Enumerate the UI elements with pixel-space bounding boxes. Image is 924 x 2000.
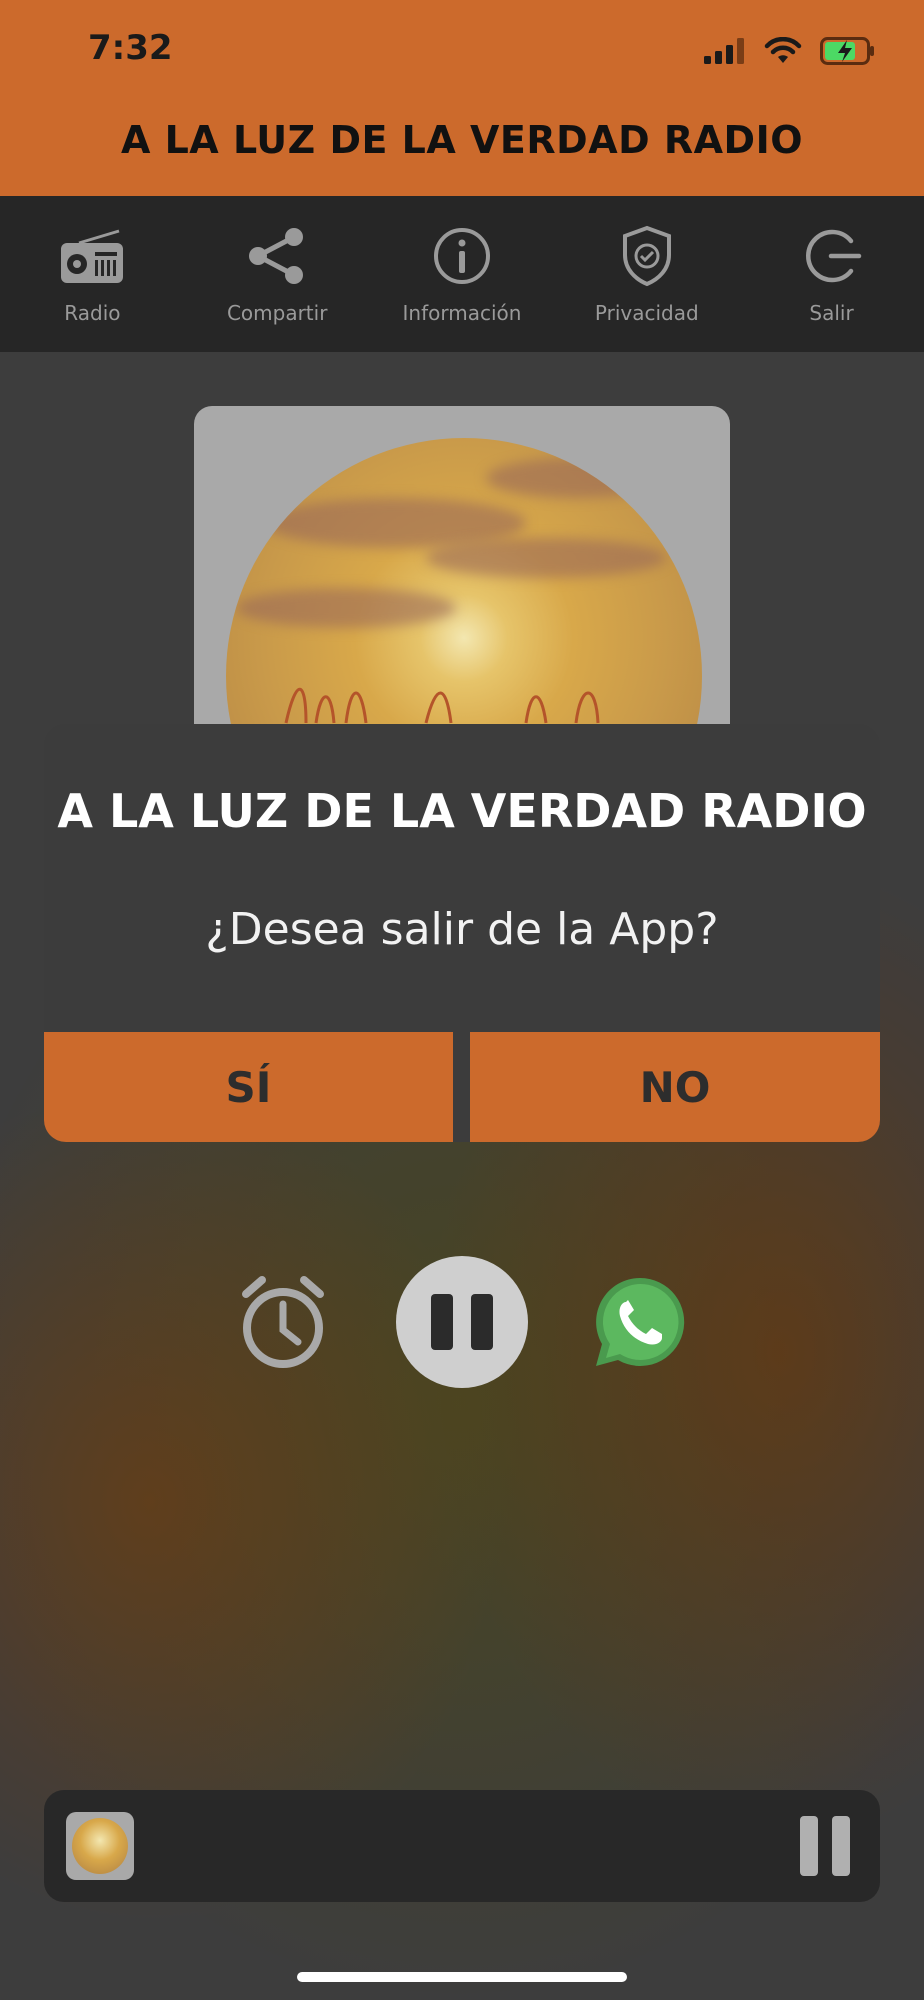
nav-label-salir: Salir (809, 301, 854, 325)
mini-pause-bar-right (832, 1816, 850, 1876)
battery-charging-icon (820, 37, 874, 65)
status-time: 7:32 (88, 28, 173, 68)
radio-icon (61, 229, 124, 283)
mini-pause-bar-left (800, 1816, 818, 1876)
nav-label-informacion: Información (402, 301, 522, 325)
nav-item-privacidad[interactable]: Privacidad (557, 223, 737, 325)
app-title: A LA LUZ DE LA VERDAD RADIO (120, 118, 804, 162)
info-icon (433, 228, 490, 284)
player-controls (0, 1256, 924, 1388)
pause-bar-right (471, 1294, 493, 1350)
dialog-no-button[interactable]: NO (470, 1032, 880, 1142)
home-indicator[interactable] (297, 1972, 627, 1982)
shield-check-icon (622, 225, 671, 287)
top-bar: 7:32 A LA LUZ DE LA VERDAD RADIO (0, 0, 924, 196)
dialog-message: ¿Desea salir de la App? (205, 904, 719, 955)
nav-label-radio: Radio (64, 301, 121, 325)
nav-item-radio[interactable]: Radio (2, 223, 182, 325)
mini-player-thumbnail (66, 1812, 134, 1880)
power-icon (805, 229, 861, 283)
artwork-script-lettering (284, 688, 600, 724)
nav-bar: Radio Compartir Información Privacidad S… (0, 196, 924, 352)
nav-item-salir[interactable]: Salir (742, 223, 922, 325)
dialog-title: A LA LUZ DE LA VERDAD RADIO (57, 784, 867, 838)
pause-bar-left (431, 1294, 453, 1350)
whatsapp-icon[interactable] (592, 1274, 688, 1370)
station-artwork (194, 406, 730, 746)
alarm-clock-icon[interactable] (240, 1274, 326, 1370)
signal-icon (704, 38, 744, 64)
nav-item-compartir[interactable]: Compartir (187, 223, 367, 325)
status-icons (704, 34, 876, 68)
mini-pause-button[interactable] (800, 1816, 850, 1876)
nav-label-compartir: Compartir (226, 301, 328, 325)
nav-item-informacion[interactable]: Información (372, 223, 552, 325)
nav-label-privacidad: Privacidad (594, 301, 699, 325)
artwork-sunset-image (226, 438, 702, 746)
dialog-yes-button[interactable]: SÍ (44, 1032, 453, 1142)
pause-button[interactable] (396, 1256, 528, 1388)
wifi-icon (764, 37, 802, 63)
exit-dialog: A LA LUZ DE LA VERDAD RADIO ¿Desea salir… (44, 724, 880, 1142)
mini-player[interactable] (44, 1790, 880, 1902)
share-icon (249, 228, 304, 284)
